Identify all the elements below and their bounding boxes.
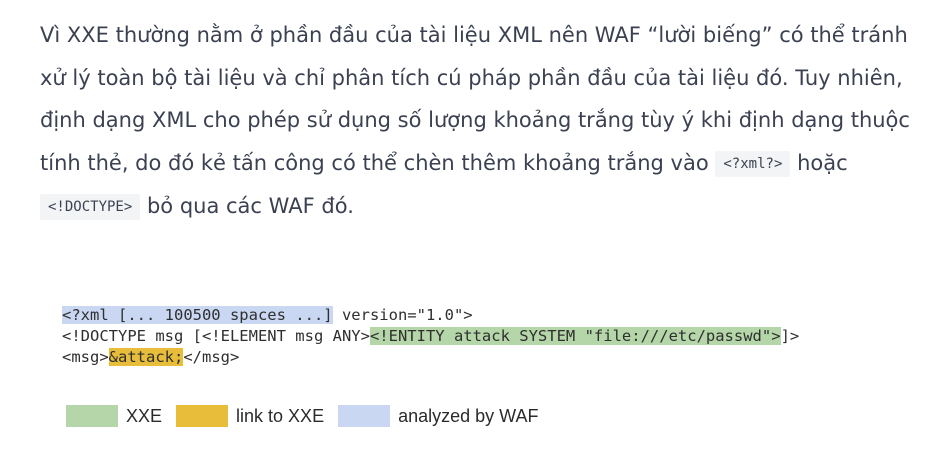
code-line-3-start: <msg>: [62, 348, 109, 366]
legend-label-waf: analyzed by WAF: [398, 405, 539, 426]
xxe-link-span: &attack;: [108, 348, 184, 366]
legend-swatch-waf: [338, 405, 391, 427]
code-line-2-start: <!DOCTYPE msg [<!ELEMENT msg ANY>: [62, 327, 370, 345]
legend-label-xxe: XXE: [126, 405, 163, 426]
code-line-3: <msg>&attack;</msg>: [62, 347, 799, 368]
xxe-entity-span: <!ENTITY attack SYSTEM "file:///etc/pass…: [369, 327, 781, 345]
legend-swatch-link: [176, 405, 229, 427]
legend-swatch-xxe: [66, 405, 118, 427]
explanation-paragraph: Vì XXE thường nằm ở phần đầu của tài liệ…: [40, 14, 920, 229]
legend-label-link: link to XXE: [236, 405, 325, 426]
code-line-2-end: ]>: [780, 327, 800, 345]
paragraph-text-2: hoặc: [790, 150, 848, 175]
paragraph-text-3: bỏ qua các WAF đó.: [140, 194, 354, 218]
waf-analyzed-span: <?xml [... 100500 spaces ...]: [62, 306, 333, 324]
code-line-3-end: </msg>: [183, 348, 240, 366]
xml-code-example: <?xml [... 100500 spaces ...] version="1…: [62, 305, 799, 368]
code-line-1: <?xml [... 100500 spaces ...] version="1…: [62, 305, 799, 326]
legend: XXE link to XXE analyzed by WAF: [66, 404, 552, 428]
code-line-1-rest: version="1.0">: [332, 306, 473, 324]
code-line-2: <!DOCTYPE msg [<!ELEMENT msg ANY><!ENTIT…: [62, 326, 799, 347]
inline-code-doctype: <!DOCTYPE>: [40, 194, 141, 220]
inline-code-xml-declaration: <?xml?>: [715, 150, 791, 177]
